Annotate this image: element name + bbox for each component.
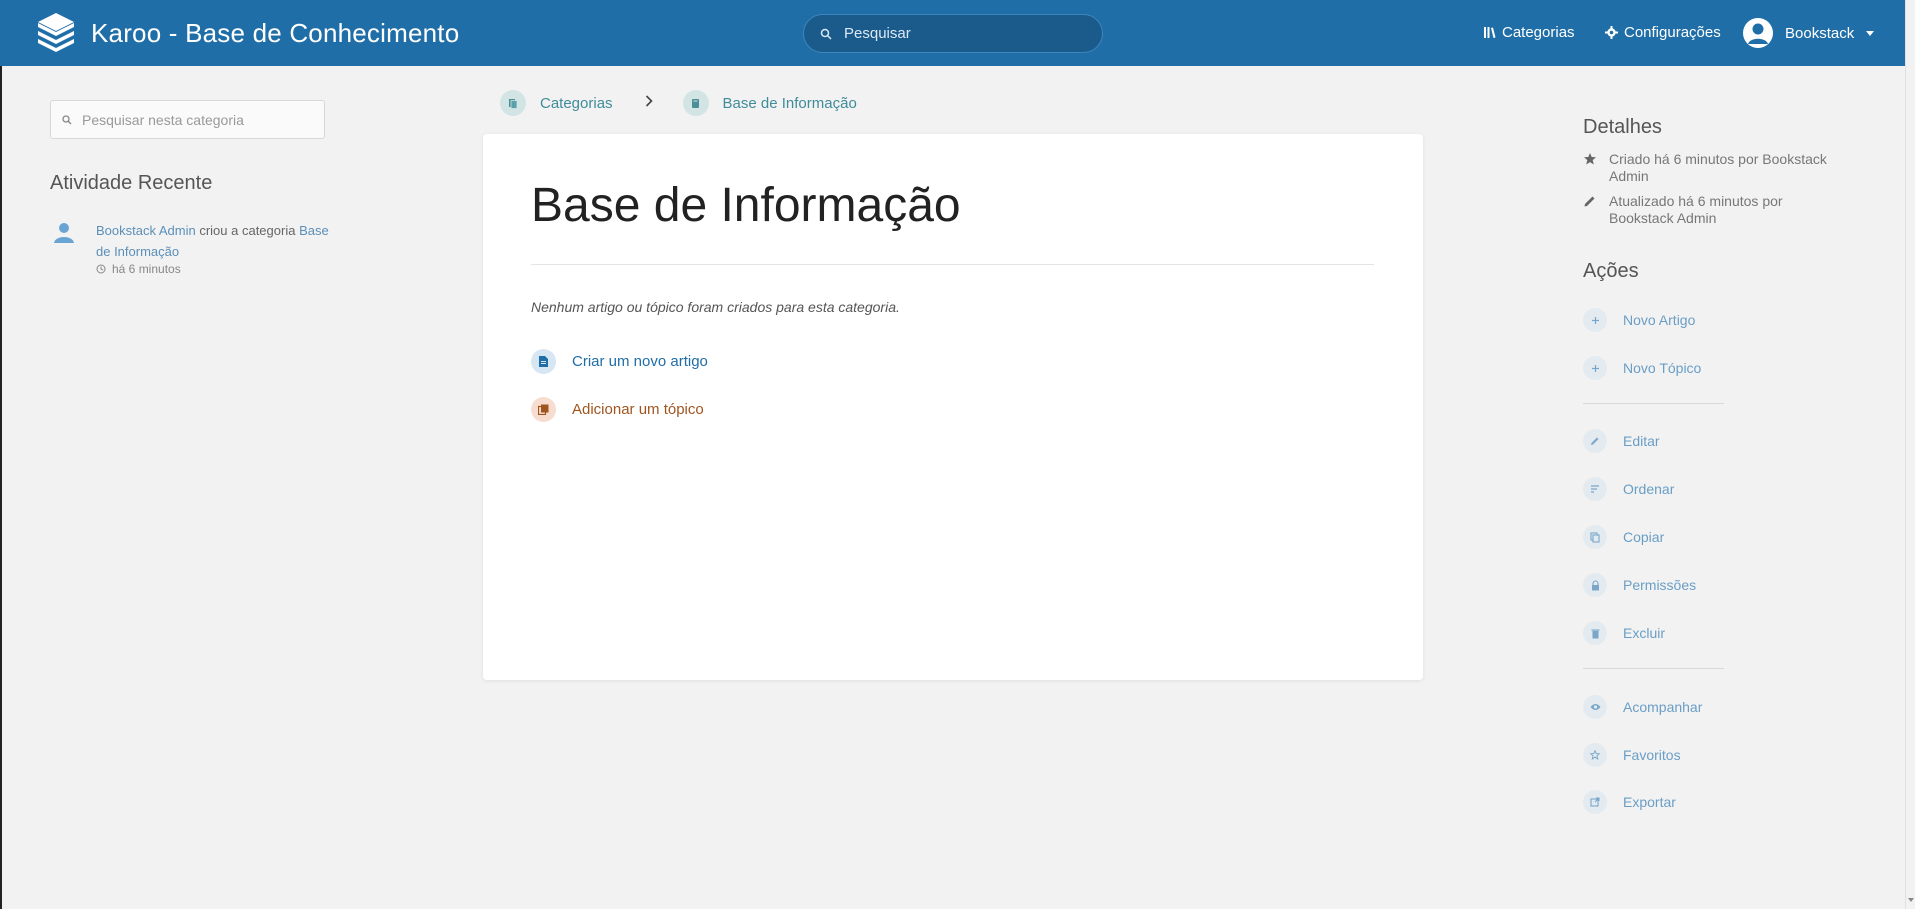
breadcrumb-current[interactable]: Base de Informação: [723, 95, 857, 112]
category-search-input[interactable]: [82, 111, 312, 128]
search-icon: [820, 28, 832, 40]
star-outline-icon: [1583, 743, 1607, 767]
delete-button[interactable]: Excluir: [1583, 621, 1665, 645]
book-crumb-icon[interactable]: [682, 90, 709, 116]
create-article-button[interactable]: Criar um novo artigo: [531, 349, 708, 374]
top-header: Karoo - Base de Conhecimento Categorias …: [0, 0, 1905, 66]
plus-icon: [1583, 308, 1607, 332]
sort-icon: [1583, 477, 1607, 501]
activity-time-text: há 6 minutos: [112, 262, 181, 276]
window-edge: [0, 66, 2, 909]
export-icon: [1583, 790, 1607, 814]
sort-label: Ordenar: [1623, 481, 1675, 497]
user-avatar-icon: [1748, 23, 1768, 44]
copy-button[interactable]: Copiar: [1583, 525, 1664, 549]
global-search-input[interactable]: [844, 25, 1084, 42]
breadcrumb: Categorias Base de Informação: [500, 90, 857, 116]
add-topic-button[interactable]: Adicionar um tópico: [531, 397, 704, 422]
clock-icon: [96, 264, 106, 274]
details-title: Detalhes: [1583, 116, 1662, 138]
chevron-right-icon: [645, 94, 653, 112]
edit-label: Editar: [1623, 433, 1660, 449]
edit-button[interactable]: Editar: [1583, 429, 1660, 453]
avatar: [1743, 18, 1773, 48]
global-search[interactable]: [803, 14, 1103, 53]
updated-info: Atualizado há 6 minutos por Bookstack Ad…: [1583, 193, 1849, 227]
user-icon: [54, 223, 74, 243]
nav-categorias-label: Categorias: [1502, 24, 1575, 41]
permissions-button[interactable]: Permissões: [1583, 573, 1696, 597]
trash-icon: [1583, 621, 1607, 645]
follow-label: Acompanhar: [1623, 699, 1703, 715]
categories-crumb-icon[interactable]: [500, 90, 526, 116]
chapter-icon: [531, 397, 556, 422]
shelves-icon: [1484, 27, 1496, 38]
export-button[interactable]: Exportar: [1583, 790, 1676, 814]
created-info: Criado há 6 minutos por Bookstack Admin: [1583, 151, 1849, 185]
empty-message: Nenhum artigo ou tópico foram criados pa…: [531, 299, 900, 315]
new-article-label: Novo Artigo: [1623, 312, 1696, 328]
sort-button[interactable]: Ordenar: [1583, 477, 1674, 501]
actions-divider: [1583, 403, 1724, 404]
nav-categorias[interactable]: Categorias: [1483, 24, 1575, 41]
delete-label: Excluir: [1623, 625, 1666, 641]
activity-action-text: criou a categoria: [195, 223, 300, 238]
new-article-button[interactable]: Novo Artigo: [1583, 308, 1695, 332]
new-topic-label: Novo Tópico: [1623, 360, 1702, 376]
category-search[interactable]: [50, 100, 325, 139]
recent-activity-title: Atividade Recente: [50, 172, 213, 194]
page-title: Base de Informação: [531, 179, 961, 232]
pencil-icon: [1583, 429, 1607, 453]
add-topic-label: Adicionar um tópico: [572, 401, 704, 418]
gear-icon: [1605, 26, 1618, 39]
follow-button[interactable]: Acompanhar: [1583, 695, 1702, 719]
copy-icon: [1583, 525, 1607, 549]
activity-user-link[interactable]: Bookstack Admin: [96, 223, 196, 238]
new-topic-button[interactable]: Novo Tópico: [1583, 356, 1701, 380]
divider: [531, 264, 1374, 265]
breadcrumb-categorias[interactable]: Categorias: [540, 95, 613, 112]
updated-text: Atualizado há 6 minutos por Bookstack Ad…: [1609, 193, 1783, 226]
actions-divider: [1583, 668, 1724, 669]
favorites-label: Favoritos: [1623, 747, 1681, 763]
star-icon: [1584, 153, 1596, 165]
nav-configuracoes[interactable]: Configurações: [1605, 24, 1721, 41]
copy-label: Copiar: [1623, 529, 1665, 545]
page-icon: [531, 349, 556, 374]
plus-icon: [1583, 356, 1607, 380]
chevron-down-icon: [1866, 30, 1875, 36]
favorites-button[interactable]: Favoritos: [1583, 743, 1681, 767]
user-name: Bookstack: [1785, 24, 1855, 42]
activity-time: há 6 minutos: [96, 262, 181, 276]
content-card: Base de Informação Nenhum artigo ou tópi…: [483, 134, 1423, 680]
create-article-label: Criar um novo artigo: [572, 353, 708, 370]
nav-configuracoes-label: Configurações: [1624, 24, 1721, 41]
search-icon: [62, 114, 72, 124]
actions-title: Ações: [1583, 260, 1639, 282]
scroll-down-arrow-icon[interactable]: [1908, 898, 1914, 902]
activity-text: Bookstack Admin criou a categoria Base d…: [96, 220, 336, 262]
user-menu[interactable]: Bookstack: [1743, 18, 1875, 48]
scrollbar[interactable]: [1905, 0, 1915, 909]
export-label: Exportar: [1623, 794, 1676, 810]
permissions-label: Permissões: [1623, 577, 1697, 593]
created-text: Criado há 6 minutos por Bookstack Admin: [1609, 151, 1827, 184]
lock-icon: [1583, 573, 1607, 597]
app-title[interactable]: Karoo - Base de Conhecimento: [91, 18, 459, 49]
bookstack-logo-icon[interactable]: [34, 13, 78, 53]
book-icon: [692, 98, 700, 108]
pencil-icon: [1584, 196, 1595, 207]
eye-icon: [1583, 695, 1607, 719]
shelf-icon: [508, 98, 517, 109]
